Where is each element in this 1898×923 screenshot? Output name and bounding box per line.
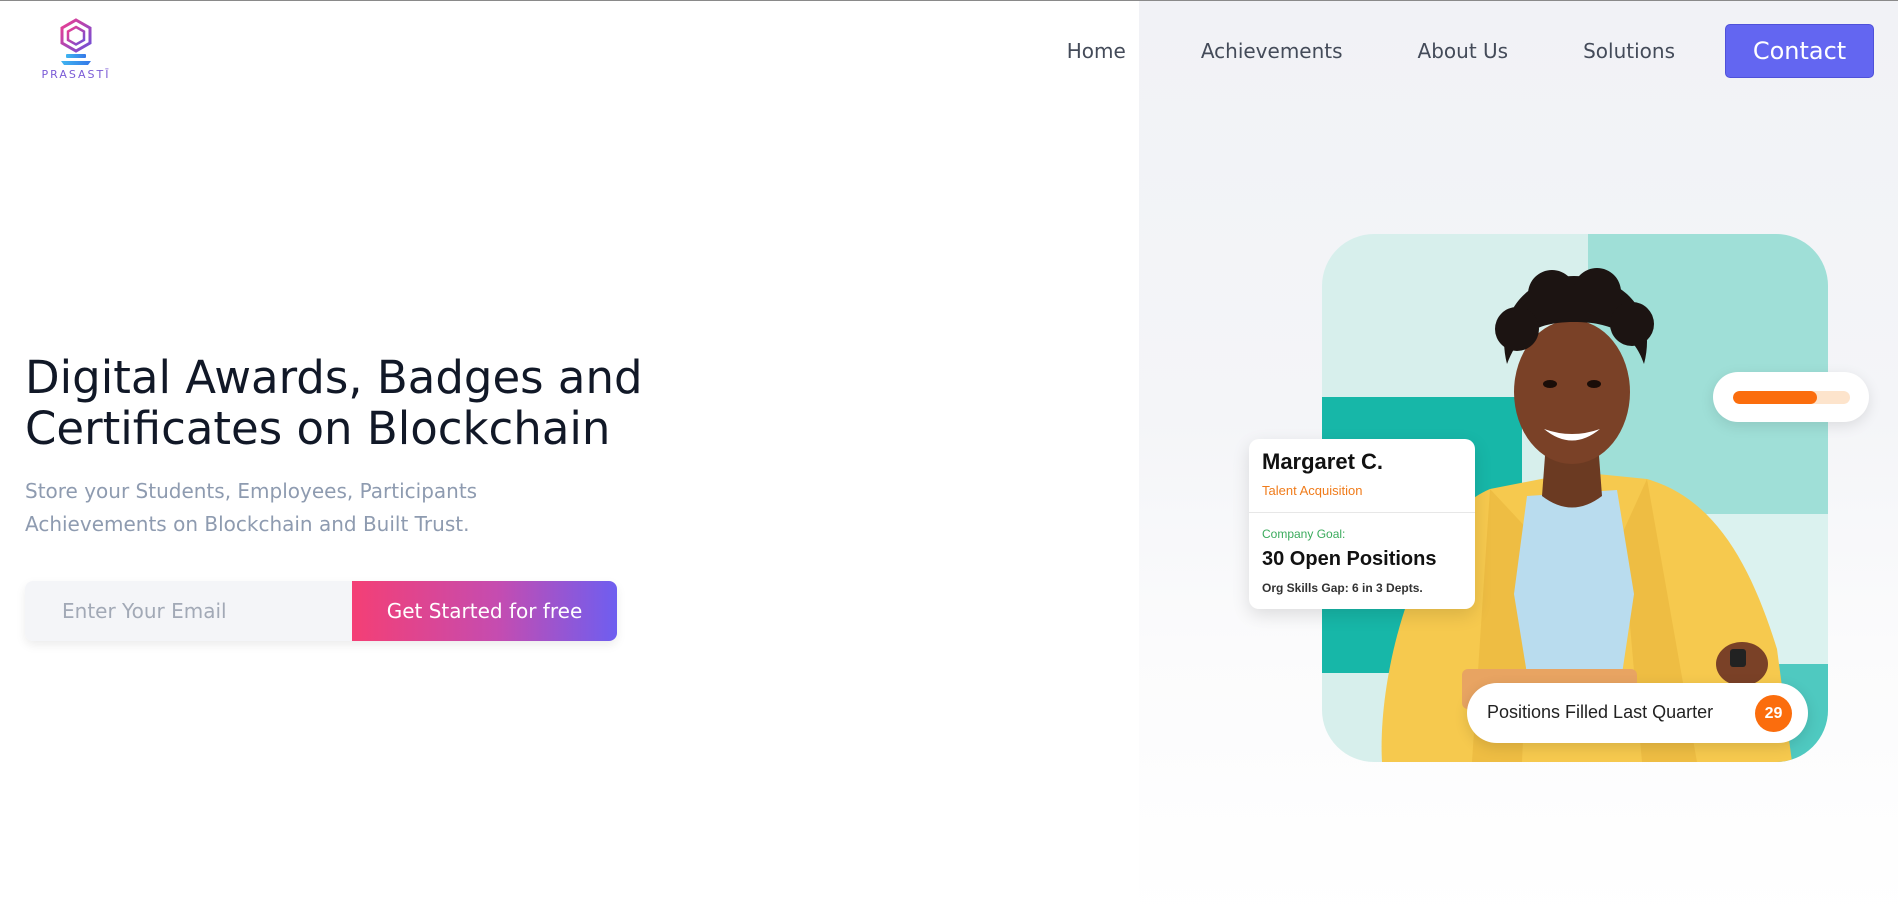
get-started-button[interactable]: Get Started for free xyxy=(352,581,617,641)
positions-filled-count: 29 xyxy=(1755,695,1792,732)
brand-name: PRASASTĪ xyxy=(41,68,111,81)
profile-name: Margaret C. xyxy=(1262,449,1384,474)
profile-role: Talent Acquisition xyxy=(1262,483,1363,498)
hero-subtitle: Store your Students, Employees, Particip… xyxy=(25,475,525,541)
contact-button[interactable]: Contact xyxy=(1725,24,1874,78)
progress-track xyxy=(1733,391,1850,404)
positions-filled-pill: Positions Filled Last Quarter 29 xyxy=(1467,683,1808,743)
hero-subtitle-line-2: Achievements on Blockchain and Built Tru… xyxy=(25,512,470,536)
nav-link-solutions[interactable]: Solutions xyxy=(1583,39,1675,63)
company-goal-value: 30 Open Positions xyxy=(1262,548,1437,570)
progress-pill xyxy=(1713,372,1869,422)
signup-form: Get Started for free xyxy=(25,581,617,641)
hero-title-line-2: Certificates on Blockchain xyxy=(25,402,611,455)
main-nav: Home Achievements About Us Solutions Con… xyxy=(1067,24,1874,78)
nav-link-achievements[interactable]: Achievements xyxy=(1201,39,1343,63)
hexagon-logo-icon xyxy=(60,18,92,65)
profile-divider xyxy=(1249,512,1475,513)
hero-title-line-1: Digital Awards, Badges and xyxy=(25,351,643,404)
hero-subtitle-line-1: Store your Students, Employees, Particip… xyxy=(25,479,478,503)
email-input[interactable] xyxy=(25,581,352,641)
nav-link-about-us[interactable]: About Us xyxy=(1418,39,1509,63)
brand-logo[interactable]: PRASASTĪ xyxy=(36,18,116,86)
progress-fill xyxy=(1733,391,1818,404)
nav-link-home[interactable]: Home xyxy=(1067,39,1126,63)
company-goal-label: Company Goal: xyxy=(1262,527,1346,541)
positions-filled-label: Positions Filled Last Quarter xyxy=(1487,702,1714,722)
profile-card: Margaret C. Talent Acquisition Company G… xyxy=(1249,439,1475,609)
hero-title: Digital Awards, Badges and Certificates … xyxy=(25,352,725,454)
skills-gap-text: Org Skills Gap: 6 in 3 Depts. xyxy=(1262,581,1423,595)
